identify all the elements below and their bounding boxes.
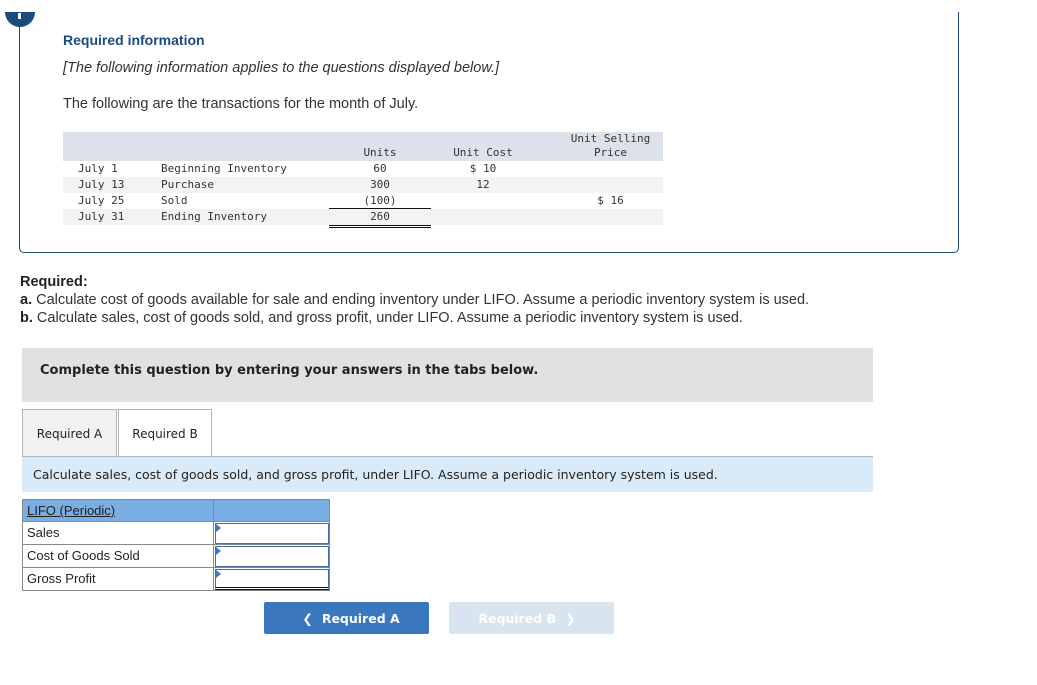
row-date: July 1 xyxy=(78,162,118,175)
lifo-answer-table: LIFO (Periodic) Sales Cost of Goods Sold… xyxy=(22,499,330,591)
input-flag-icon xyxy=(216,570,221,578)
header-unit-selling-price-line2: Price xyxy=(593,146,628,159)
row-description: Ending Inventory xyxy=(161,210,267,223)
row-date: July 25 xyxy=(78,194,125,207)
row-unit-cost: $ 10 xyxy=(469,162,497,175)
row-unit-price: $ 16 xyxy=(597,194,624,207)
total-double-underline xyxy=(329,225,431,228)
required-item-text: Calculate cost of goods available for sa… xyxy=(32,292,810,308)
tab-panel-description: Calculate sales, cost of goods sold, and… xyxy=(22,456,873,492)
instruction-bar: Complete this question by entering your … xyxy=(22,348,873,402)
sales-input[interactable] xyxy=(216,524,328,543)
table-row: July 1 Beginning Inventory 60 $ 10 xyxy=(63,161,663,177)
answer-table-title: LIFO (Periodic) xyxy=(23,500,214,521)
required-item-text: Calculate sales, cost of goods sold, and… xyxy=(32,310,743,326)
info-note: [The following information applies to th… xyxy=(63,60,500,76)
answer-table-header: LIFO (Periodic) xyxy=(22,499,330,522)
answer-row-label: Sales xyxy=(23,522,214,544)
info-alert-icon xyxy=(5,12,35,27)
required-information-card: Required information [The following info… xyxy=(5,12,959,253)
chevron-right-icon: ❯ xyxy=(565,611,576,626)
required-item-letter: a. xyxy=(20,292,33,308)
row-date: July 13 xyxy=(78,178,125,191)
row-unit-cost: 12 xyxy=(476,178,490,191)
answer-row-label: Gross Profit xyxy=(23,568,214,590)
header-unit-selling-price: Unit Selling Price xyxy=(558,132,663,160)
table-row: July 31 Ending Inventory 260 xyxy=(63,209,663,228)
row-units: 300 xyxy=(370,178,390,191)
input-flag-icon xyxy=(216,524,221,532)
next-button-label: Required B xyxy=(478,611,557,626)
required-item-letter: b. xyxy=(20,310,33,326)
chevron-left-icon: ❮ xyxy=(302,611,313,626)
answer-row-sales: Sales xyxy=(22,522,330,545)
row-description: Sold xyxy=(161,194,188,207)
transactions-table: Units Unit Cost Unit Selling Price July … xyxy=(63,132,663,228)
header-unit-selling-price-line1: Unit Selling xyxy=(570,132,651,145)
info-intro: The following are the transactions for t… xyxy=(63,96,419,112)
tab-required-b[interactable]: Required B xyxy=(118,409,212,457)
answer-row-label: Cost of Goods Sold xyxy=(23,545,214,567)
table-row: July 13 Purchase 300 12 xyxy=(63,177,663,193)
row-description: Beginning Inventory xyxy=(161,162,287,175)
required-heading: Required: xyxy=(20,274,88,290)
gross-profit-input[interactable] xyxy=(216,570,328,587)
gross-profit-input-cell[interactable] xyxy=(215,569,329,590)
cogs-input-cell[interactable] xyxy=(215,546,329,567)
row-units: 60 xyxy=(373,162,387,175)
sales-input-cell[interactable] xyxy=(215,523,329,544)
cost-of-goods-sold-input[interactable] xyxy=(216,547,328,566)
required-item-a: a. Calculate cost of goods available for… xyxy=(20,291,809,309)
row-date: July 31 xyxy=(78,210,125,223)
table-row: July 25 Sold (100) $ 16 xyxy=(63,193,663,209)
input-flag-icon xyxy=(216,547,221,555)
next-required-b-button: Required B ❯ xyxy=(449,602,614,634)
tab-required-a[interactable]: Required A xyxy=(22,409,117,457)
info-title: Required information xyxy=(63,32,205,48)
header-units: Units xyxy=(363,146,397,159)
row-units: 260 xyxy=(370,210,390,223)
required-section: Required: a. Calculate cost of goods ava… xyxy=(20,273,809,327)
answer-row-gross-profit: Gross Profit xyxy=(22,568,330,591)
required-item-b: b. Calculate sales, cost of goods sold, … xyxy=(20,309,809,327)
row-units: (100) xyxy=(363,194,397,207)
answer-row-cogs: Cost of Goods Sold xyxy=(22,545,330,568)
previous-required-a-button[interactable]: ❮ Required A xyxy=(264,602,429,634)
previous-button-label: Required A xyxy=(321,611,400,626)
header-unit-cost: Unit Cost xyxy=(453,146,513,159)
row-description: Purchase xyxy=(161,178,214,191)
transactions-table-header: Units Unit Cost Unit Selling Price xyxy=(63,132,663,161)
